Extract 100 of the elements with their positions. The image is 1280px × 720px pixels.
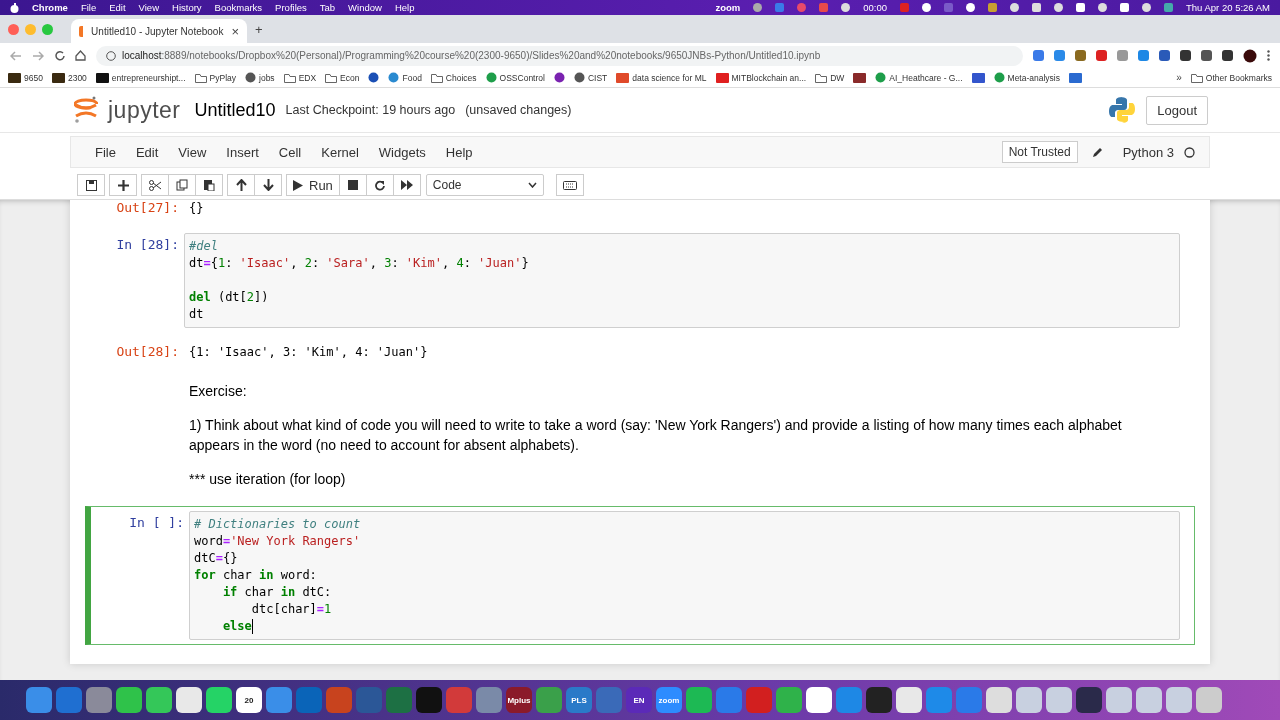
dock-app-icon[interactable] <box>206 687 232 713</box>
bookmark[interactable]: EDX <box>283 72 317 83</box>
dock-app-icon[interactable] <box>1046 687 1072 713</box>
menu-item[interactable]: Profiles <box>275 2 307 13</box>
menu-item[interactable]: View <box>138 2 159 13</box>
logout-button[interactable]: Logout <box>1146 95 1208 125</box>
status-icon[interactable] <box>1076 3 1085 12</box>
status-icon[interactable] <box>753 3 763 12</box>
menu-item[interactable]: Widgets <box>368 144 436 160</box>
reload-icon[interactable] <box>54 50 65 61</box>
cut-button[interactable] <box>141 174 169 196</box>
menu-item[interactable]: Kernel <box>311 144 369 160</box>
save-button[interactable] <box>77 174 105 196</box>
extension-icon[interactable] <box>1201 50 1212 61</box>
menu-item[interactable]: History <box>172 2 202 13</box>
interrupt-button[interactable] <box>338 174 367 196</box>
code-cell[interactable]: In [28]: #del dt={1: 'Isaac', 2: 'Sara', 3: 'Kim', 4: 'Juan'} del (dt[2]) dt <box>85 230 1195 333</box>
move-down-button[interactable] <box>254 174 282 196</box>
zoom-status[interactable]: zoom <box>715 2 741 13</box>
status-icon[interactable] <box>841 3 851 12</box>
dock-app-icon[interactable] <box>1016 687 1042 713</box>
status-icon[interactable] <box>1010 3 1019 12</box>
menu-item[interactable]: Edit <box>125 144 169 160</box>
menu-item[interactable]: File <box>85 144 126 160</box>
run-all-button[interactable] <box>392 174 421 196</box>
browser-tab[interactable]: Untitled10 - Jupyter Notebook × <box>71 19 247 43</box>
cell-type-dropdown[interactable]: Code <box>425 174 544 196</box>
dock-app-icon[interactable]: PLS <box>566 687 592 713</box>
bookmark[interactable]: DW <box>815 72 845 83</box>
dock-app-icon[interactable]: EN <box>626 687 652 713</box>
menu-item[interactable]: Tab <box>319 2 336 13</box>
run-button[interactable]: Run <box>286 174 340 196</box>
bookmark[interactable]: Food <box>388 72 422 83</box>
menu-item[interactable]: Help <box>394 2 415 13</box>
status-icon[interactable] <box>966 3 975 12</box>
extension-icon[interactable] <box>1159 50 1170 61</box>
extension-icon[interactable] <box>1180 50 1191 61</box>
dock-app-icon[interactable] <box>896 687 922 713</box>
dock-app-icon[interactable]: 20 <box>236 687 262 713</box>
dock-app-icon[interactable] <box>146 687 172 713</box>
dock-app-icon[interactable] <box>116 687 142 713</box>
kernel-name[interactable]: Python 3 <box>1112 144 1184 160</box>
notebook-title[interactable]: Untitled10 <box>194 99 276 121</box>
apple-logo-icon[interactable] <box>10 2 19 13</box>
dock-app-icon[interactable] <box>806 687 832 713</box>
jupyter-logo-text[interactable]: jupyter <box>108 96 181 124</box>
pencil-icon[interactable] <box>1091 146 1103 158</box>
status-icon[interactable] <box>1054 3 1063 12</box>
status-icon[interactable] <box>1098 3 1107 12</box>
extension-icon[interactable] <box>1222 50 1233 61</box>
more-bookmarks-button[interactable]: » <box>1176 72 1182 83</box>
bookmark[interactable]: entrepreneurshipt... <box>95 72 186 83</box>
close-window-icon[interactable] <box>8 23 19 35</box>
app-menu[interactable]: Chrome <box>32 2 68 13</box>
move-up-button[interactable] <box>227 174 255 196</box>
bookmark[interactable]: Meta-analysis <box>993 72 1060 83</box>
bookmark[interactable]: Choices <box>430 72 477 83</box>
menu-item[interactable]: File <box>80 2 97 13</box>
dock-app-icon[interactable] <box>26 687 52 713</box>
menu-item[interactable]: Insert <box>216 144 269 160</box>
bookmark[interactable]: Other Bookmarks <box>1190 72 1272 83</box>
bookmark[interactable]: jobs <box>245 72 275 83</box>
new-tab-button[interactable]: + <box>255 22 263 36</box>
code-editor[interactable]: # Dictionaries to count word='New York Rangers' dtC={} for char in word: if char in dtC: dtc[char]=1 else <box>189 511 1180 640</box>
status-icon[interactable] <box>1120 3 1129 12</box>
code-cell[interactable]: In [ ]: # Dictionaries to count word='New York Rangers' dtC={} for char in word: if char in dtC: dtc[char]=1 else <box>85 506 1195 645</box>
bookmark[interactable]: OSSControl <box>485 72 545 83</box>
bookmark[interactable]: AI_Heathcare - G... <box>875 72 963 83</box>
back-icon[interactable] <box>10 50 22 61</box>
bookmark[interactable]: MITBlockchain an... <box>715 72 807 83</box>
dock-app-icon[interactable] <box>986 687 1012 713</box>
keyboard-shortcuts-button[interactable] <box>555 174 584 196</box>
bookmark[interactable]: PyPlay <box>194 72 237 83</box>
bookmark[interactable]: 9650 <box>8 72 43 83</box>
home-icon[interactable] <box>75 50 86 61</box>
bookmark[interactable]: CIST <box>573 72 608 83</box>
menu-item[interactable]: Help <box>435 144 483 160</box>
menu-item[interactable]: View <box>168 144 217 160</box>
more-icon[interactable] <box>1267 50 1270 61</box>
address-bar[interactable]: localhost:8889/notebooks/Dropbox%20(Personal)/Programming%20course%20(2300-9650)/Slides%20and%20notebooks/9650JNBs-Python/Untitled10.ipynb <box>96 45 1023 66</box>
menu-item[interactable]: Cell <box>268 144 312 160</box>
paste-button[interactable] <box>195 174 223 196</box>
insert-cell-button[interactable] <box>109 174 137 196</box>
bookmark[interactable]: data science for ML <box>616 72 707 83</box>
restart-button[interactable] <box>365 174 394 196</box>
status-icon[interactable] <box>922 3 931 12</box>
trust-indicator[interactable]: Not Trusted <box>1001 141 1078 163</box>
code-editor[interactable]: #del dt={1: 'Isaac', 2: 'Sara', 3: 'Kim', 4: 'Juan'} del (dt[2]) dt <box>184 233 1180 328</box>
dock-app-icon[interactable] <box>176 687 202 713</box>
profile-avatar-icon[interactable] <box>1243 48 1257 63</box>
bookmark[interactable]: Econ <box>325 72 360 83</box>
bookmark[interactable]: 2300 <box>51 72 87 83</box>
menu-item[interactable]: Window <box>348 2 382 13</box>
menu-item[interactable]: Bookmarks <box>214 2 263 13</box>
menu-item[interactable]: Edit <box>109 2 126 13</box>
clock-text[interactable]: Thu Apr 20 5:26 AM <box>1186 2 1270 13</box>
close-tab-button[interactable]: × <box>231 24 239 38</box>
status-icon[interactable] <box>1142 3 1151 12</box>
dock-app-icon[interactable]: Mplus <box>506 687 532 713</box>
forward-icon[interactable] <box>32 50 44 61</box>
